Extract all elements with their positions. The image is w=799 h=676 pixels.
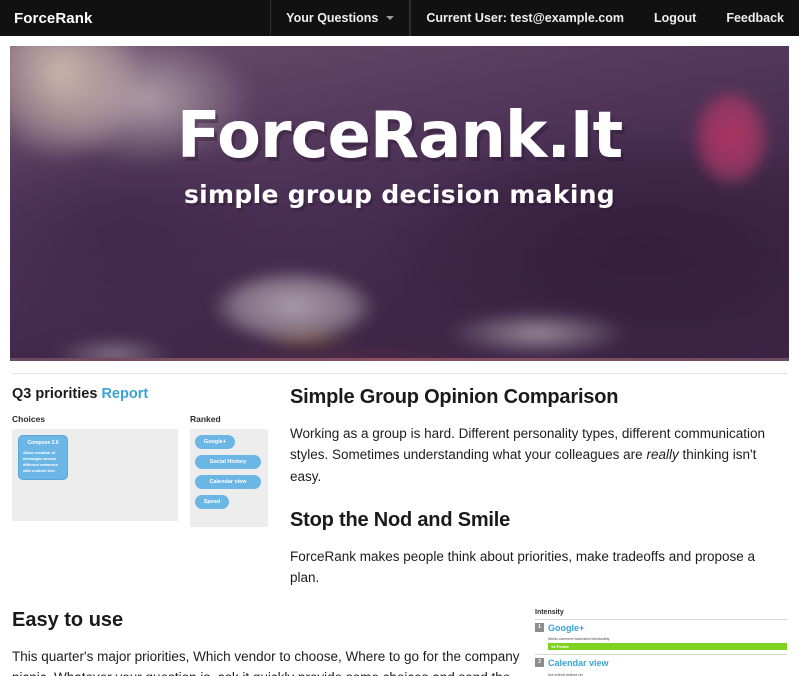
nav-feedback[interactable]: Feedback bbox=[711, 0, 799, 36]
intensity-row-body: Calendar view Not entirely defined yet 7… bbox=[548, 658, 787, 676]
question-preview-column: Q3 priorities Report Choices Compose 2.0… bbox=[12, 386, 280, 589]
ranked-item[interactable]: Google+ bbox=[195, 435, 235, 449]
intensity-row-body: Google+ Needs comment moderation functio… bbox=[548, 623, 787, 650]
ranked-item[interactable]: Social History bbox=[195, 455, 261, 469]
choices-panel[interactable]: Compose 2.0 Allow creation of messages a… bbox=[12, 429, 178, 521]
easy-to-use-column: Easy to use This quarter's major priorit… bbox=[12, 609, 521, 676]
ranked-column: Ranked Google+ Social History Calendar v… bbox=[190, 414, 268, 527]
rank-badge: 2 bbox=[535, 657, 544, 667]
nav-current-user: Current User: test@example.com bbox=[410, 0, 639, 36]
ranked-panel[interactable]: Google+ Social History Calendar view Spe… bbox=[190, 429, 268, 527]
intensity-row[interactable]: 1 Google+ Needs comment moderation funct… bbox=[535, 618, 787, 654]
chevron-down-icon bbox=[386, 16, 395, 20]
choices-column: Choices Compose 2.0 Allow creation of me… bbox=[12, 414, 178, 527]
ranked-item[interactable]: Calendar view bbox=[195, 475, 261, 489]
navbar-spacer bbox=[106, 0, 270, 36]
question-preview-title: Q3 priorities Report bbox=[12, 386, 280, 402]
choice-card-title: Compose 2.0 bbox=[27, 440, 59, 446]
intensity-row-title: Calendar view bbox=[548, 657, 609, 668]
intensity-bar: 14 Points bbox=[548, 642, 787, 650]
ranking-board: Choices Compose 2.0 Allow creation of me… bbox=[12, 414, 280, 527]
hero-wrapper: ForceRank.It simple group decision makin… bbox=[0, 36, 799, 361]
nav-your-questions[interactable]: Your Questions bbox=[270, 0, 411, 36]
hero-bottom-accent bbox=[10, 358, 789, 361]
section-heading-nod-smile: Stop the Nod and Smile bbox=[290, 508, 511, 531]
intensity-row[interactable]: 2 Calendar view Not entirely defined yet… bbox=[535, 653, 787, 676]
ranked-item[interactable]: Speed bbox=[195, 495, 229, 509]
hero-subtitle: simple group decision making bbox=[184, 180, 615, 209]
ranked-label: Ranked bbox=[190, 414, 221, 424]
hero-title: ForceRank.It bbox=[176, 99, 623, 173]
report-link[interactable]: Report bbox=[101, 386, 148, 402]
easy-to-use-body: This quarter's major priorities, Which v… bbox=[12, 648, 520, 676]
intensity-label: Intensity bbox=[535, 608, 564, 616]
section-heading-comparison: Simple Group Opinion Comparison bbox=[290, 386, 619, 408]
marketing-column: Simple Group Opinion Comparison Working … bbox=[280, 386, 787, 589]
choices-label: Choices bbox=[12, 414, 46, 424]
question-title-text: Q3 priorities bbox=[12, 386, 98, 402]
intensity-row-title: Google+ bbox=[548, 622, 585, 633]
intensity-points: 14 Points bbox=[551, 643, 569, 649]
nav-logout[interactable]: Logout bbox=[639, 0, 711, 36]
main-content: Q3 priorities Report Choices Compose 2.0… bbox=[0, 374, 799, 589]
rank-badge: 1 bbox=[535, 622, 544, 632]
lower-section: Easy to use This quarter's major priorit… bbox=[0, 589, 799, 676]
nav-current-user-label: Current User: test@example.com bbox=[426, 11, 624, 25]
easy-to-use-heading: Easy to use bbox=[12, 608, 124, 631]
body-text-emphasis: really bbox=[646, 447, 679, 463]
section-body-comparison: Working as a group is hard. Different pe… bbox=[290, 423, 787, 487]
intensity-row-description: Needs comment moderation functionality bbox=[548, 637, 610, 642]
section-body-nod-smile: ForceRank makes people think about prior… bbox=[290, 548, 756, 586]
hero-banner: ForceRank.It simple group decision makin… bbox=[10, 46, 789, 361]
top-navbar: ForceRank Your Questions Current User: t… bbox=[0, 0, 799, 36]
hero-text-block: ForceRank.It simple group decision makin… bbox=[10, 104, 789, 209]
choice-card-compose[interactable]: Compose 2.0 Allow creation of messages a… bbox=[18, 435, 68, 480]
choice-card-description: Allow creation of messages across differ… bbox=[23, 449, 58, 473]
intensity-row-description: Not entirely defined yet bbox=[548, 672, 583, 676]
intensity-column: Intensity 1 Google+ Needs comment modera… bbox=[535, 609, 787, 676]
brand-logo[interactable]: ForceRank bbox=[0, 0, 106, 36]
nav-your-questions-label: Your Questions bbox=[286, 11, 379, 25]
